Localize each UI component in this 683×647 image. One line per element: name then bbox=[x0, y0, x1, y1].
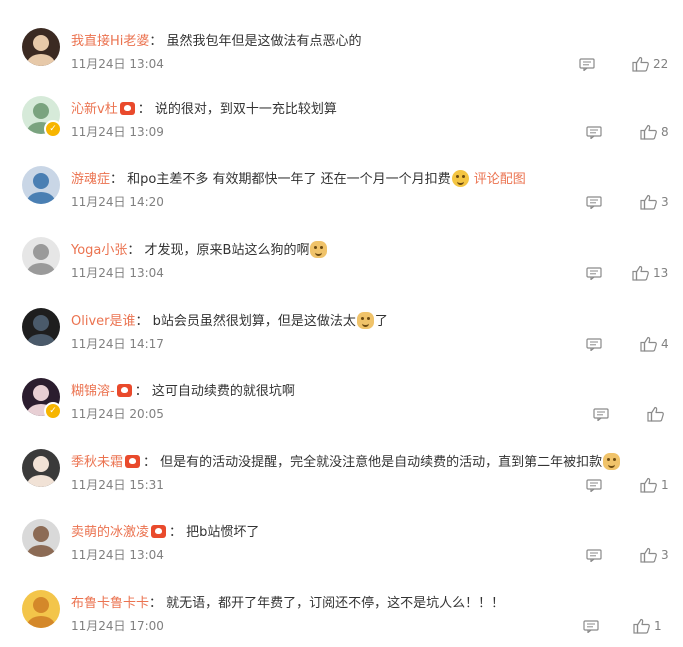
doge-emoji-icon bbox=[356, 312, 374, 329]
comment-item: ✓ 沁新v杜 ： 说的很对，到双十一充比较划算 11月24日 13:09 8 bbox=[0, 93, 683, 153]
comment-text: 了 bbox=[374, 314, 388, 329]
doge-emoji-icon bbox=[310, 241, 328, 258]
comment-line: 我直接Hi老婆： 虽然我包年但是这做法有点恶心的 bbox=[71, 30, 362, 49]
comment-item: 我直接Hi老婆： 虽然我包年但是这做法有点恶心的 11月24日 13:04 22 bbox=[0, 25, 683, 85]
verified-badge-icon: ✓ bbox=[44, 402, 62, 420]
like-count: 3 bbox=[661, 548, 669, 562]
comment-time: 11月24日 14:17 bbox=[71, 337, 164, 351]
avatar[interactable] bbox=[22, 590, 60, 628]
separator: ： bbox=[137, 102, 155, 117]
separator: ： bbox=[149, 34, 167, 49]
comment-icon[interactable] bbox=[586, 479, 602, 492]
separator: ： bbox=[143, 455, 161, 470]
verified-badge-icon: ✓ bbox=[44, 120, 62, 138]
comment-icon[interactable] bbox=[586, 196, 602, 209]
comment-icon[interactable] bbox=[586, 338, 602, 351]
username-link[interactable]: Oliver是谁 bbox=[71, 314, 136, 329]
separator: ： bbox=[110, 172, 128, 187]
username-link[interactable]: 沁新v杜 bbox=[71, 102, 118, 117]
doge-emoji-icon bbox=[603, 453, 621, 470]
like-count: 4 bbox=[661, 337, 669, 351]
thumbs-up-icon[interactable] bbox=[647, 406, 665, 422]
vip-heart-icon bbox=[125, 455, 141, 468]
thumbs-up-icon[interactable] bbox=[640, 124, 658, 140]
comment-item: 游魂症： 和po主差不多 有效期都快一年了 还在一个月一个月扣费 评论配图 11月… bbox=[0, 163, 683, 223]
avatar[interactable] bbox=[22, 237, 60, 275]
like-count: 1 bbox=[654, 619, 662, 633]
separator: ： bbox=[149, 596, 167, 611]
comment-text: 虽然我包年但是这做法有点恶心的 bbox=[166, 34, 362, 49]
comment-line: 布鲁卡鲁卡卡： 就无语，都开了年费了，订阅还不停，这不是坑人么！！！ bbox=[71, 592, 504, 611]
comment-text: b站会员虽然很划算，但是这做法太 bbox=[152, 314, 356, 329]
comment-text: 把b站惯坏了 bbox=[186, 525, 260, 540]
thumbs-up-icon[interactable] bbox=[640, 194, 658, 210]
comment-line: 糊锦溶- ： 这可自动续费的就很坑啊 bbox=[71, 380, 295, 399]
avatar[interactable] bbox=[22, 308, 60, 346]
username-link[interactable]: 卖萌的冰激凌 bbox=[71, 525, 149, 540]
thumbs-up-icon[interactable] bbox=[632, 265, 650, 281]
comment-time: 11月24日 13:09 bbox=[71, 125, 164, 139]
comment-line: 沁新v杜 ： 说的很对，到双十一充比较划算 bbox=[71, 98, 337, 117]
like-count: 13 bbox=[653, 266, 669, 280]
grin-emoji-icon bbox=[451, 170, 469, 187]
username-link[interactable]: 我直接Hi老婆 bbox=[71, 34, 149, 49]
comment-icon[interactable] bbox=[593, 408, 609, 421]
comment-time: 11月24日 14:20 bbox=[71, 195, 164, 209]
comment-line: 卖萌的冰激凌 ： 把b站惯坏了 bbox=[71, 521, 259, 540]
comment-time: 11月24日 13:04 bbox=[71, 57, 164, 71]
comment-text: 才发现，原来B站这么狗的啊 bbox=[144, 243, 310, 258]
comment-icon[interactable] bbox=[583, 620, 599, 633]
comment-time: 11月24日 13:04 bbox=[71, 548, 164, 562]
like-count: 3 bbox=[661, 195, 669, 209]
comment-icon[interactable] bbox=[586, 549, 602, 562]
thumbs-up-icon[interactable] bbox=[632, 56, 650, 72]
avatar[interactable] bbox=[22, 449, 60, 487]
comment-line: 季秋未霜 ： 但是有的活动没提醒，完全就没注意他是自动续费的活动，直到第二年被扣款 bbox=[71, 451, 621, 470]
username-link[interactable]: 季秋未霜 bbox=[71, 455, 123, 470]
separator: ： bbox=[134, 384, 152, 399]
comment-line: 游魂症： 和po主差不多 有效期都快一年了 还在一个月一个月扣费 评论配图 bbox=[71, 168, 526, 187]
comment-item: 卖萌的冰激凌 ： 把b站惯坏了 11月24日 13:04 3 bbox=[0, 516, 683, 576]
separator: ： bbox=[169, 525, 187, 540]
thumbs-up-icon[interactable] bbox=[633, 618, 651, 634]
comment-item: ✓ 糊锦溶- ： 这可自动续费的就很坑啊 11月24日 20:05 bbox=[0, 375, 683, 435]
comment-item: 布鲁卡鲁卡卡： 就无语，都开了年费了，订阅还不停，这不是坑人么！！！ 11月24日… bbox=[0, 587, 683, 647]
comment-time: 11月24日 20:05 bbox=[71, 407, 164, 421]
comment-time: 11月24日 13:04 bbox=[71, 266, 164, 280]
thumbs-up-icon[interactable] bbox=[640, 477, 658, 493]
comment-text: 这可自动续费的就很坑啊 bbox=[151, 384, 295, 399]
comment-time: 11月24日 15:31 bbox=[71, 478, 164, 492]
like-count: 8 bbox=[661, 125, 669, 139]
comment-item: Yoga小张： 才发现，原来B站这么狗的啊 11月24日 13:04 13 bbox=[0, 234, 683, 294]
comment-icon[interactable] bbox=[586, 126, 602, 139]
comment-text: 和po主差不多 有效期都快一年了 还在一个月一个月扣费 bbox=[127, 172, 451, 187]
username-link[interactable]: 布鲁卡鲁卡卡 bbox=[71, 596, 149, 611]
avatar[interactable] bbox=[22, 166, 60, 204]
comment-line: Oliver是谁： b站会员虽然很划算，但是这做法太 了 bbox=[71, 310, 388, 329]
username-link[interactable]: Yoga小张 bbox=[71, 243, 127, 258]
comment-item: Oliver是谁： b站会员虽然很划算，但是这做法太 了 11月24日 14:17 4 bbox=[0, 305, 683, 365]
vip-heart-icon bbox=[151, 525, 167, 538]
comment-text: 但是有的活动没提醒，完全就没注意他是自动续费的活动，直到第二年被扣款 bbox=[160, 455, 603, 470]
vip-heart-icon bbox=[119, 102, 135, 115]
comment-icon[interactable] bbox=[586, 267, 602, 280]
like-count: 22 bbox=[653, 57, 669, 71]
comment-line: Yoga小张： 才发现，原来B站这么狗的啊 bbox=[71, 239, 328, 258]
comment-text: 就无语，都开了年费了，订阅还不停，这不是坑人么！！！ bbox=[166, 596, 505, 611]
separator: ： bbox=[127, 243, 145, 258]
username-link[interactable]: 游魂症 bbox=[71, 172, 110, 187]
comment-icon[interactable] bbox=[579, 58, 595, 71]
avatar[interactable] bbox=[22, 28, 60, 66]
thumbs-up-icon[interactable] bbox=[640, 547, 658, 563]
separator: ： bbox=[135, 314, 153, 329]
comment-time: 11月24日 17:00 bbox=[71, 619, 164, 633]
username-link[interactable]: 糊锦溶- bbox=[71, 384, 115, 399]
comment-item: 季秋未霜 ： 但是有的活动没提醒，完全就没注意他是自动续费的活动，直到第二年被扣款… bbox=[0, 446, 683, 506]
like-count: 1 bbox=[661, 478, 669, 492]
thumbs-up-icon[interactable] bbox=[640, 336, 658, 352]
avatar[interactable] bbox=[22, 519, 60, 557]
vip-heart-icon bbox=[116, 384, 132, 397]
comment-text: 说的很对，到双十一充比较划算 bbox=[154, 102, 337, 117]
comment-image-link[interactable]: 评论配图 bbox=[470, 172, 526, 187]
